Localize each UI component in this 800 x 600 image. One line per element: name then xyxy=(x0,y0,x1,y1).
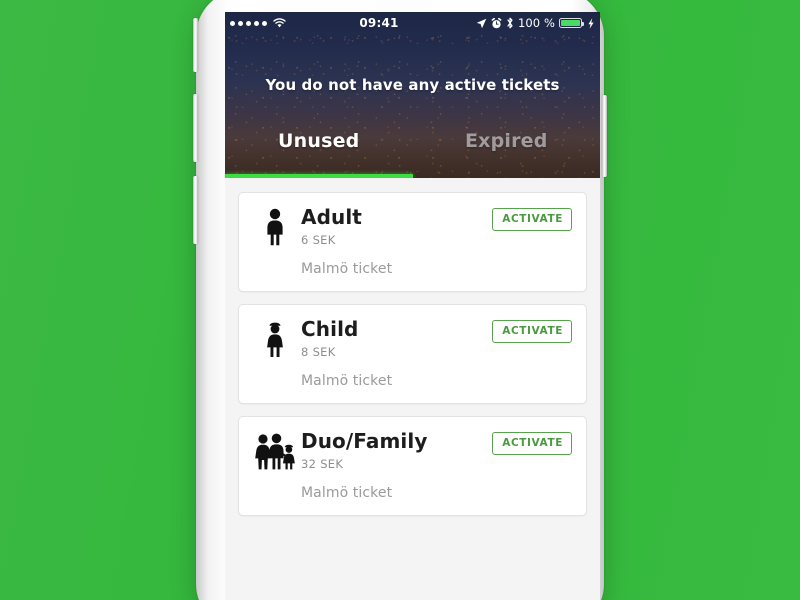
ticket-card-duo-family[interactable]: Duo/Family 32 SEK ACTIVATE Malmö ticket xyxy=(238,416,587,516)
battery-percent-label: 100 % xyxy=(517,16,555,30)
ticket-subtitle: Malmö ticket xyxy=(301,485,393,501)
phone-device-frame: 09:41 100 % You do not have any active t… xyxy=(193,0,607,600)
signal-dot-5 xyxy=(262,20,267,26)
ticket-title: Child xyxy=(301,317,359,341)
silent-switch-button[interactable] xyxy=(193,18,198,72)
ticket-subtitle: Malmö ticket xyxy=(301,373,393,389)
volume-down-button[interactable] xyxy=(193,176,198,244)
wifi-icon xyxy=(273,18,286,28)
tab-unused[interactable]: Unused xyxy=(225,116,413,178)
ticket-price: 6 SEK xyxy=(301,233,336,247)
adult-person-icon xyxy=(253,206,297,246)
ticket-info: Child 8 SEK xyxy=(297,318,492,359)
tab-expired[interactable]: Expired xyxy=(413,116,601,178)
ticket-card-header: Duo/Family 32 SEK ACTIVATE xyxy=(253,430,572,471)
tab-unused-label: Unused xyxy=(278,130,360,152)
ticket-title: Duo/Family xyxy=(301,429,428,453)
volume-up-button[interactable] xyxy=(193,94,198,162)
ticket-title: Adult xyxy=(301,205,362,229)
location-arrow-icon xyxy=(476,18,487,29)
phone-screen: 09:41 100 % You do not have any active t… xyxy=(225,12,600,600)
ticket-info: Adult 6 SEK xyxy=(297,206,492,247)
status-bar-right: 100 % xyxy=(476,16,594,30)
status-bar-left xyxy=(230,18,286,28)
tab-bar: Unused Expired xyxy=(225,116,600,178)
page-title: You do not have any active tickets xyxy=(265,76,560,94)
signal-dot-3 xyxy=(246,20,251,26)
ticket-info: Duo/Family 32 SEK xyxy=(297,430,492,471)
ticket-card-header: Adult 6 SEK ACTIVATE xyxy=(253,206,572,247)
ticket-price: 32 SEK xyxy=(301,457,344,471)
activate-button[interactable]: ACTIVATE xyxy=(492,208,572,231)
signal-dot-1 xyxy=(230,20,235,26)
ticket-card-header: Child 8 SEK ACTIVATE xyxy=(253,318,572,359)
lightning-bolt-icon xyxy=(588,17,594,29)
signal-dot-2 xyxy=(238,20,243,26)
child-person-icon xyxy=(253,318,297,358)
family-group-icon xyxy=(253,430,297,470)
status-bar: 09:41 100 % xyxy=(225,12,600,34)
app-header: 09:41 100 % You do not have any active t… xyxy=(225,12,600,178)
alarm-clock-icon xyxy=(491,17,502,29)
signal-dot-4 xyxy=(254,20,259,26)
ticket-price: 8 SEK xyxy=(301,345,336,359)
activate-button[interactable]: ACTIVATE xyxy=(492,320,572,343)
battery-full-icon xyxy=(559,18,584,28)
power-button[interactable] xyxy=(602,95,607,177)
status-bar-clock: 09:41 xyxy=(359,16,399,30)
ticket-card-child[interactable]: Child 8 SEK ACTIVATE Malmö ticket xyxy=(238,304,587,404)
ticket-subtitle: Malmö ticket xyxy=(301,261,393,277)
activate-button[interactable]: ACTIVATE xyxy=(492,432,572,455)
ticket-list: Adult 6 SEK ACTIVATE Malmö ticket Child … xyxy=(225,178,600,600)
ticket-card-adult[interactable]: Adult 6 SEK ACTIVATE Malmö ticket xyxy=(238,192,587,292)
tab-expired-label: Expired xyxy=(464,130,548,152)
bluetooth-icon xyxy=(506,17,514,29)
